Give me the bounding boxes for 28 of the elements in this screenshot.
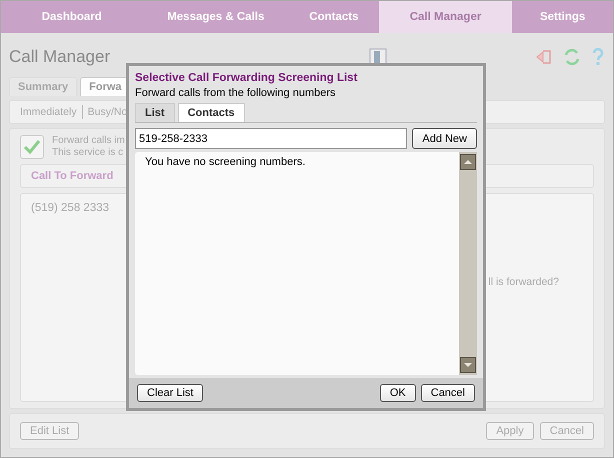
nav-tab[interactable]: Call Manager <box>378 1 512 33</box>
dialog-cancel-button[interactable]: Cancel <box>420 384 475 402</box>
forwarding-question: ll is forwarded? <box>488 276 559 288</box>
exit-icon[interactable] <box>535 48 553 66</box>
dialog-tab[interactable]: Contacts <box>178 103 245 122</box>
forward-label: Forward calls im <box>52 135 125 147</box>
apply-button[interactable]: Apply <box>486 422 534 440</box>
refresh-icon[interactable] <box>563 48 581 66</box>
add-new-button[interactable]: Add New <box>412 128 477 149</box>
ok-button[interactable]: OK <box>380 384 416 402</box>
dialog-tab[interactable]: List <box>135 103 175 122</box>
page-title: Call Manager <box>9 47 110 67</box>
edit-list-button[interactable]: Edit List <box>20 422 80 440</box>
filter-link[interactable]: Immediately <box>20 106 77 118</box>
scrollbar[interactable] <box>459 152 477 375</box>
number-input[interactable]: 519-258-2333 <box>135 128 408 149</box>
help-icon[interactable] <box>591 48 605 66</box>
section-tab[interactable]: Summary <box>9 77 78 96</box>
filter-link[interactable]: Busy/No <box>88 106 128 118</box>
phone-number: (519) 258 2333 <box>31 202 110 214</box>
dialog-subtitle: Forward calls from the following numbers <box>135 87 337 99</box>
cancel-button[interactable]: Cancel <box>540 422 594 440</box>
scroll-down-icon[interactable] <box>460 357 476 373</box>
clear-list-button[interactable]: Clear List <box>137 384 204 402</box>
dialog-title: Selective Call Forwarding Screening List <box>135 72 358 84</box>
service-note: This service is c <box>52 147 124 159</box>
forward-checkbox[interactable] <box>20 135 44 159</box>
scroll-up-icon[interactable] <box>460 154 476 170</box>
